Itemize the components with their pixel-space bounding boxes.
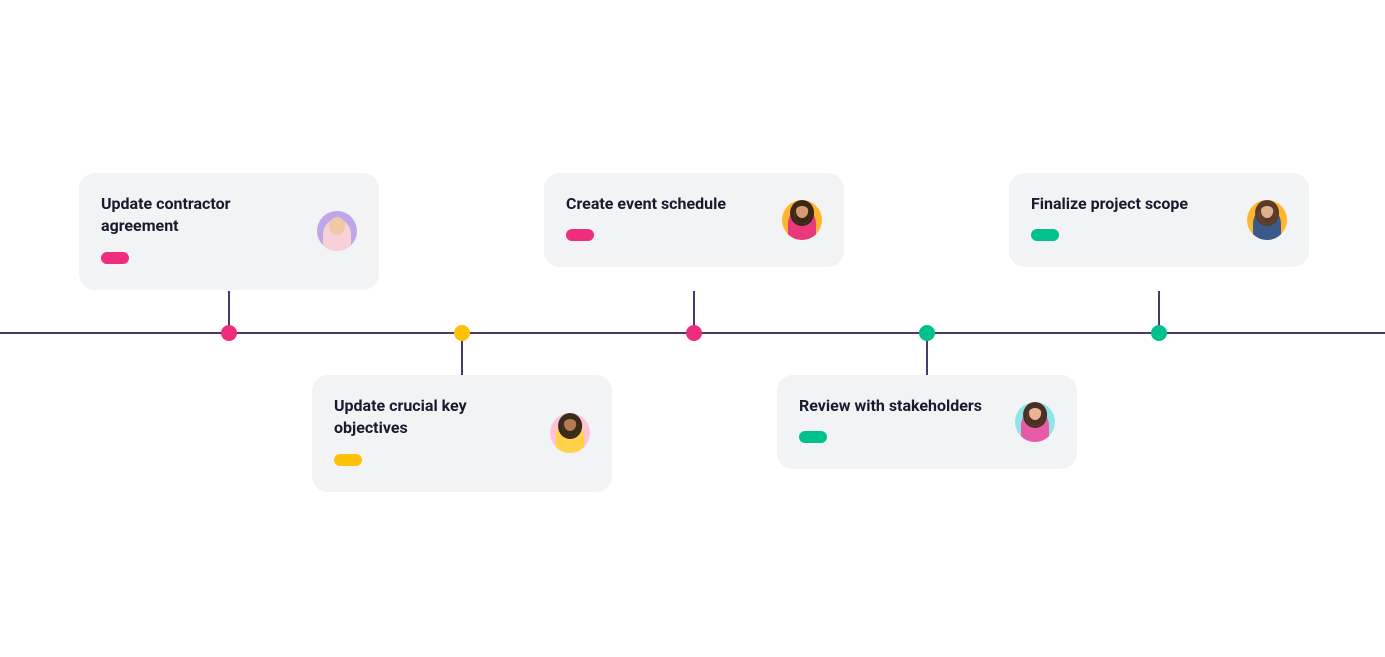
status-pill	[566, 229, 594, 241]
status-pill	[334, 454, 362, 466]
timeline-node[interactable]	[221, 325, 237, 341]
task-card-create-event-schedule[interactable]: Create event schedule	[544, 173, 844, 267]
avatar	[550, 413, 590, 453]
task-card-update-contractor-agreement[interactable]: Update contractor agreement	[79, 173, 379, 290]
status-pill	[1031, 229, 1059, 241]
avatar	[317, 211, 357, 251]
status-pill	[101, 252, 129, 264]
timeline-node[interactable]	[1151, 325, 1167, 341]
task-card-update-crucial-key-objectives[interactable]: Update crucial key objectives	[312, 375, 612, 492]
timeline-node[interactable]	[686, 325, 702, 341]
timeline-node[interactable]	[454, 325, 470, 341]
timeline-node[interactable]	[919, 325, 935, 341]
status-pill	[799, 431, 827, 443]
task-card-review-with-stakeholders[interactable]: Review with stakeholders	[777, 375, 1077, 469]
task-card-finalize-project-scope[interactable]: Finalize project scope	[1009, 173, 1309, 267]
avatar	[1247, 200, 1287, 240]
avatar	[1015, 402, 1055, 442]
avatar	[782, 200, 822, 240]
